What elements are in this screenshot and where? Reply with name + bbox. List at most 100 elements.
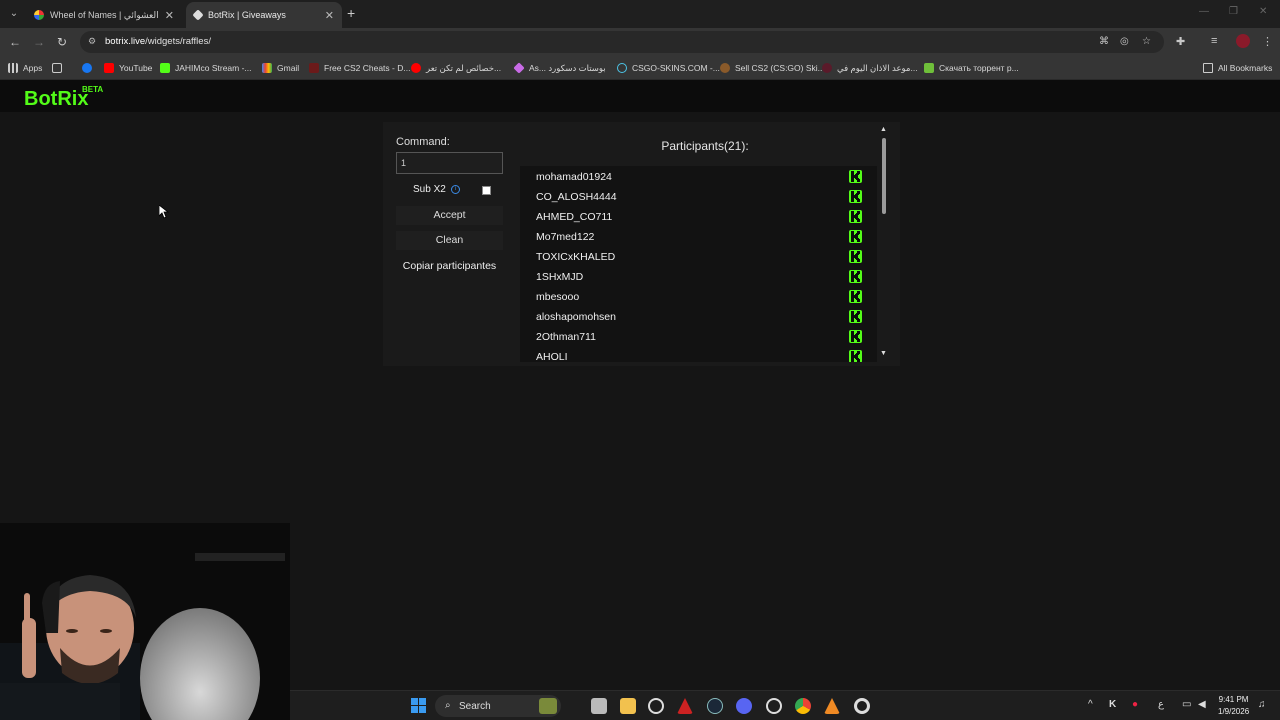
sell-icon: [720, 63, 730, 73]
scroll-down-arrow-icon[interactable]: ▼: [880, 350, 887, 357]
bookmark-all-bookmarks[interactable]: All Bookmarks: [1203, 60, 1272, 76]
participant-name: 1SHxMJD: [536, 271, 584, 283]
participant-name: TOXICxKHALED: [536, 251, 616, 263]
kick-icon: [849, 190, 862, 203]
list-item: Mo7med122: [520, 226, 877, 246]
task-view-icon[interactable]: [591, 698, 607, 714]
microphone-icon[interactable]: ●: [1132, 699, 1138, 710]
command-input[interactable]: 1: [396, 152, 503, 174]
list-item: TOXICxKHALED: [520, 246, 877, 266]
eye-slash-icon[interactable]: ◎: [1120, 36, 1129, 47]
more-menu-icon[interactable]: ⋮: [1262, 35, 1273, 48]
close-tab-icon[interactable]: ✕: [165, 9, 174, 22]
notification-bell-icon[interactable]: ♫: [1258, 699, 1266, 710]
clean-button[interactable]: Clean: [396, 231, 503, 250]
file-explorer-icon[interactable]: [620, 698, 636, 714]
bookmark-prayer-times[interactable]: موعد الاذان اليوم في...: [822, 60, 918, 76]
bookmark-jahimco[interactable]: JAHIMco Stream -...: [160, 60, 252, 76]
restore-icon[interactable]: ❐: [1229, 6, 1238, 17]
participant-name: AHOLI: [536, 351, 568, 362]
bookmark-sell-cs2[interactable]: Sell CS2 (CS:GO) Ski...: [720, 60, 825, 76]
close-tab-icon[interactable]: ✕: [325, 9, 334, 22]
youtube-icon: [104, 63, 114, 73]
participant-name: AHMED_CO711: [536, 211, 613, 223]
search-icon: ⌕: [445, 700, 451, 711]
settings-gear-icon[interactable]: [854, 698, 870, 714]
translate-icon[interactable]: ⌘: [1099, 36, 1109, 47]
botrix-logo[interactable]: BotRix: [24, 88, 88, 111]
participant-name: Mo7med122: [536, 231, 595, 243]
bookmark-youtube-arabic[interactable]: خصائص لم تكن تعر...: [411, 60, 501, 76]
windows-start-icon[interactable]: [411, 698, 427, 714]
apps-grid-icon: [8, 63, 18, 73]
taskbar-search[interactable]: ⌕ Search: [435, 695, 561, 717]
raffle-panel: Command: 1 Sub X2 i Accept Clean Copiar …: [383, 122, 900, 366]
back-arrow-icon[interactable]: ←: [9, 34, 21, 50]
minimize-icon[interactable]: —: [1199, 6, 1209, 17]
kick-icon: [849, 230, 862, 243]
kick-icon: [849, 290, 862, 303]
kick-icon: [849, 170, 862, 183]
network-icon[interactable]: ▭: [1182, 699, 1191, 710]
list-item: 1SHxMJD: [520, 266, 877, 286]
address-bar[interactable]: ⚙ botrix.live/widgets/raffles/ ⌘ ◎ ☆: [80, 31, 1164, 53]
obs-icon[interactable]: [766, 698, 782, 714]
accept-button[interactable]: Accept: [396, 206, 503, 225]
search-label: Search: [459, 701, 491, 712]
kick-tray-icon[interactable]: K: [1109, 699, 1116, 710]
tab-wheel-of-names[interactable]: Wheel of Names | اسم العشوائي ✕: [26, 2, 182, 28]
scroll-up-arrow-icon[interactable]: ▲: [880, 126, 887, 133]
discord-icon[interactable]: [736, 698, 752, 714]
participants-header: Participants(21):: [661, 139, 749, 153]
bookmark-apps[interactable]: Apps: [8, 60, 42, 76]
beta-badge: BETA: [82, 85, 104, 94]
sub-x2-checkbox[interactable]: [482, 186, 491, 195]
close-window-icon[interactable]: ✕: [1259, 6, 1267, 17]
site-info-icon[interactable]: ⚙: [88, 36, 100, 48]
botrix-favicon-icon: [192, 9, 204, 21]
scrollbar-thumb[interactable]: [882, 138, 886, 214]
clock-time: 9:41 PM: [1218, 695, 1249, 704]
bookmark-discord-posts[interactable]: As... بوستات دسكورد: [513, 60, 606, 76]
windows-taskbar: ⌕ Search ^ K ● ع ▭ ◀ 9:41 PM 1/9/2026 ♫: [290, 690, 1280, 720]
logitech-g-icon[interactable]: [648, 698, 664, 714]
cheats-icon: [309, 63, 319, 73]
info-icon[interactable]: i: [450, 185, 460, 194]
tray-chevron-up-icon[interactable]: ^: [1088, 699, 1093, 710]
bookmark-facebook[interactable]: [82, 60, 97, 76]
url-text[interactable]: botrix.live/widgets/raffles/: [105, 36, 211, 47]
bookmark-star-icon[interactable]: ☆: [1142, 36, 1151, 47]
bookmark-grid[interactable]: [52, 60, 67, 76]
kick-icon: [849, 250, 862, 263]
input-language[interactable]: ع: [1158, 699, 1164, 710]
profile-avatar[interactable]: [1236, 34, 1250, 48]
copy-participants-button[interactable]: Copiar participantes: [396, 260, 503, 272]
extensions-puzzle-icon[interactable]: ✚: [1176, 35, 1185, 48]
grid-icon: [52, 63, 62, 73]
volume-icon[interactable]: ◀: [1198, 699, 1206, 710]
red-triangle-app-icon[interactable]: [677, 698, 693, 714]
forward-arrow-icon[interactable]: →: [33, 34, 45, 50]
bookmark-torrent[interactable]: Скачать торрент р...: [924, 60, 1019, 76]
kick-icon: [849, 350, 862, 362]
tab-search-chevron-icon[interactable]: ⌄: [6, 6, 22, 22]
bookmark-gmail[interactable]: Gmail: [262, 60, 299, 76]
bookmark-csgo-skins[interactable]: CSGO-SKINS.COM -...: [617, 60, 720, 76]
chrome-icon[interactable]: [795, 698, 811, 714]
new-tab-plus-icon[interactable]: +: [347, 6, 355, 20]
sub-x2-row: Sub X2 i: [413, 184, 460, 195]
bookmark-cs2-cheats[interactable]: Free CS2 Cheats - D...: [309, 60, 410, 76]
vlc-app-icon[interactable]: [824, 698, 840, 714]
participants-list[interactable]: mohamad01924 CO_ALOSH4444 AHMED_CO711 Mo…: [520, 166, 877, 362]
gmail-icon: [262, 63, 272, 73]
media-queue-icon[interactable]: ≡: [1211, 35, 1217, 47]
list-item: CO_ALOSH4444: [520, 186, 877, 206]
steam-icon[interactable]: [707, 698, 723, 714]
reload-icon[interactable]: ↻: [57, 34, 67, 50]
kick-icon: [849, 310, 862, 323]
taskbar-clock[interactable]: 9:41 PM 1/9/2026: [1218, 694, 1249, 718]
tab-botrix[interactable]: BotRix | Giveaways ✕: [186, 2, 342, 28]
command-label: Command:: [396, 136, 450, 148]
bookmark-youtube[interactable]: YouTube: [104, 60, 152, 76]
kick-icon: [849, 270, 862, 283]
